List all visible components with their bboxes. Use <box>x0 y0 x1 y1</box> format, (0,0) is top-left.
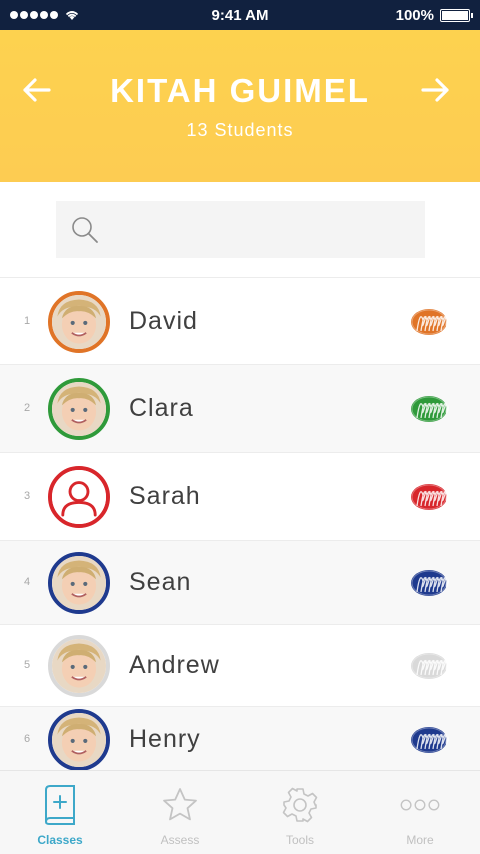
row-number: 6 <box>23 733 31 745</box>
student-name: Clara <box>129 394 194 422</box>
battery-icon <box>440 8 473 22</box>
search-area <box>0 182 480 278</box>
student-row-david[interactable]: 1 David <box>0 279 480 365</box>
student-row-andrew[interactable]: 5 Andrew <box>0 625 480 707</box>
tab-classes[interactable]: Classes <box>0 771 120 854</box>
wifi-icon <box>65 11 79 20</box>
user-placeholder-icon <box>52 470 106 524</box>
child-photo <box>52 295 106 349</box>
color-marker-icon[interactable] <box>409 650 451 682</box>
gear-icon <box>280 783 320 827</box>
row-number: 4 <box>23 576 31 588</box>
student-list: 1 David 2 Clara 3 Sarah 4 Sean 5 Andrew 6 Henry <box>0 279 480 773</box>
student-avatar[interactable] <box>48 635 110 697</box>
tab-bar: Classes Assess Tools More <box>0 770 480 854</box>
arrow-right-icon <box>421 78 449 102</box>
screen: 9:41 AM 100% KITAH GUIMEL 13 Students 1 … <box>0 0 480 854</box>
student-avatar[interactable] <box>48 291 110 353</box>
class-title: KITAH GUIMEL <box>110 72 370 109</box>
student-count: 13 Students <box>186 120 294 140</box>
child-photo <box>52 556 106 610</box>
student-row-clara[interactable]: 2 Clara <box>0 365 480 453</box>
row-number: 2 <box>23 402 31 414</box>
student-name: Andrew <box>129 651 220 679</box>
student-avatar[interactable] <box>48 466 110 528</box>
arrow-left-icon <box>23 78 51 102</box>
search-input[interactable] <box>56 201 425 258</box>
row-number: 1 <box>23 315 31 327</box>
signal-strength-icon <box>10 11 58 19</box>
more-icon <box>400 783 440 827</box>
student-row-henry[interactable]: 6 Henry <box>0 707 480 773</box>
row-number: 5 <box>23 659 31 671</box>
tab-tools-label: Tools <box>285 833 314 847</box>
tab-assess-label: Assess <box>160 833 200 847</box>
battery-group: 100% <box>350 6 473 24</box>
tab-tools[interactable]: Tools <box>240 771 360 854</box>
status-time: 9:41 AM <box>211 6 269 24</box>
status-bar: 9:41 AM 100% <box>0 0 480 30</box>
row-number: 3 <box>23 490 31 502</box>
tab-more[interactable]: More <box>360 771 480 854</box>
color-marker-icon[interactable] <box>409 306 451 338</box>
student-row-sean[interactable]: 4 Sean <box>0 541 480 625</box>
student-name: Henry <box>129 725 201 753</box>
student-name: Sarah <box>129 482 201 510</box>
student-avatar[interactable] <box>48 552 110 614</box>
child-photo <box>52 639 106 693</box>
previous-class-button[interactable] <box>16 70 56 110</box>
tab-classes-label: Classes <box>37 833 83 847</box>
color-marker-icon[interactable] <box>409 481 451 513</box>
student-avatar[interactable] <box>48 378 110 440</box>
child-photo <box>52 382 106 436</box>
student-row-sarah[interactable]: 3 Sarah <box>0 453 480 541</box>
color-marker-icon[interactable] <box>409 724 451 756</box>
next-class-button[interactable] <box>416 70 456 110</box>
signal-group <box>10 9 130 21</box>
tab-more-label: More <box>406 833 434 847</box>
student-name: Sean <box>129 568 192 596</box>
book-icon <box>40 783 80 827</box>
child-photo <box>52 713 106 767</box>
battery-percentage: 100% <box>395 6 434 24</box>
student-name: David <box>129 307 198 335</box>
tab-assess[interactable]: Assess <box>120 771 240 854</box>
color-marker-icon[interactable] <box>409 567 451 599</box>
star-icon <box>160 783 200 827</box>
student-avatar[interactable] <box>48 709 110 771</box>
search-icon <box>72 217 98 243</box>
color-marker-icon[interactable] <box>409 393 451 425</box>
class-header: KITAH GUIMEL 13 Students <box>0 30 480 182</box>
